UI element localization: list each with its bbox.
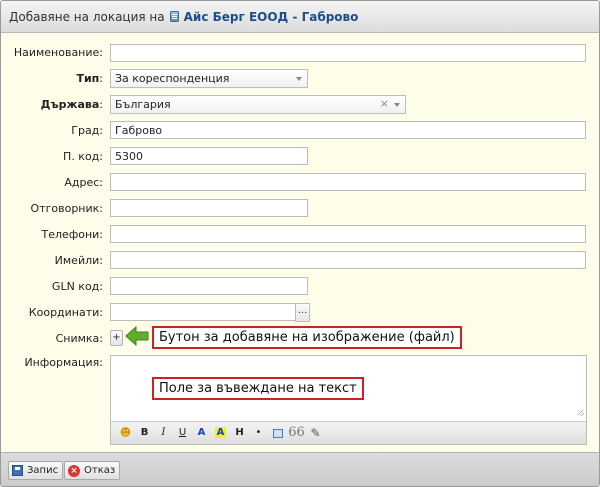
add-image-button[interactable]: + <box>110 330 123 346</box>
coordinates-input[interactable] <box>110 303 296 321</box>
gln-input[interactable] <box>110 277 308 295</box>
responsible-input[interactable] <box>110 199 308 217</box>
underline-button[interactable]: U <box>174 425 191 441</box>
clear-icon[interactable]: × <box>380 97 389 110</box>
image-label: Снимка: <box>55 332 103 345</box>
company-icon <box>169 11 179 22</box>
save-button-label: Запис <box>27 465 59 476</box>
info-label: Информация: <box>24 356 103 369</box>
country-label: Държава: <box>40 98 103 111</box>
info-editor: ☻ B I U A A H • 66 ✎ <box>110 355 587 445</box>
insert-image-icon[interactable] <box>269 425 286 441</box>
coordinates-label: Координати: <box>28 306 103 319</box>
emails-input[interactable] <box>110 251 586 269</box>
name-label: Наименование: <box>13 46 103 59</box>
cancel-icon: × <box>68 464 80 477</box>
dialog-title: Добавяне на локация на <box>9 9 165 24</box>
cancel-button[interactable]: × Отказ <box>64 461 121 480</box>
heading-button[interactable]: H <box>231 425 248 441</box>
country-select-value: България <box>115 98 171 111</box>
name-input[interactable] <box>110 44 586 62</box>
smiley-icon[interactable]: ☻ <box>117 425 134 441</box>
floppy-disk-icon <box>12 465 23 476</box>
emails-label: Имейли: <box>54 254 103 267</box>
resize-grip-icon[interactable] <box>578 410 584 416</box>
postcode-label: П. код: <box>63 150 103 163</box>
bullet-list-button[interactable]: • <box>250 425 267 441</box>
location-form: Наименование: Тип: За кореспонденция Дър… <box>1 34 599 454</box>
city-label: Град: <box>71 124 103 137</box>
coordinates-picker-button[interactable]: ... <box>295 303 310 322</box>
save-button[interactable]: Запис <box>8 461 64 480</box>
chevron-down-icon <box>394 103 400 107</box>
city-input[interactable] <box>110 121 586 139</box>
quote-button[interactable]: 66 <box>288 425 305 441</box>
green-arrow-icon <box>125 326 149 346</box>
country-select[interactable]: България × <box>110 95 406 114</box>
gln-label: GLN код: <box>51 280 103 293</box>
type-select[interactable]: За кореспонденция <box>110 69 308 88</box>
cancel-button-label: Отказ <box>84 465 116 476</box>
editor-toolbar: ☻ B I U A A H • 66 ✎ <box>111 421 586 444</box>
image-button-annotation: Бутон за добавяне на изображение (файл) <box>152 326 462 349</box>
bold-button[interactable]: B <box>136 425 153 441</box>
type-label: Тип: <box>76 72 103 85</box>
dialog-footer: Запис × Отказ <box>1 452 599 486</box>
address-label: Адрес: <box>64 176 103 189</box>
font-color-button[interactable]: A <box>193 425 210 441</box>
chevron-down-icon <box>296 77 302 81</box>
italic-button[interactable]: I <box>155 425 172 441</box>
type-select-value: За кореспонденция <box>115 72 230 85</box>
postcode-input[interactable] <box>110 147 308 165</box>
phones-input[interactable] <box>110 225 586 243</box>
responsible-label: Отговорник: <box>30 202 103 215</box>
company-link[interactable]: Айс Берг ЕООД - Габрово <box>184 10 359 24</box>
text-field-annotation: Поле за въвеждане на текст <box>152 377 364 400</box>
dialog-titlebar: Добавяне на локация на Айс Берг ЕООД - Г… <box>1 1 599 33</box>
highlight-button[interactable]: A <box>212 425 229 441</box>
paperclip-icon[interactable]: ✎ <box>307 425 324 441</box>
address-input[interactable] <box>110 173 586 191</box>
phones-label: Телефони: <box>41 228 103 241</box>
add-location-dialog: Добавяне на локация на Айс Берг ЕООД - Г… <box>0 0 600 487</box>
